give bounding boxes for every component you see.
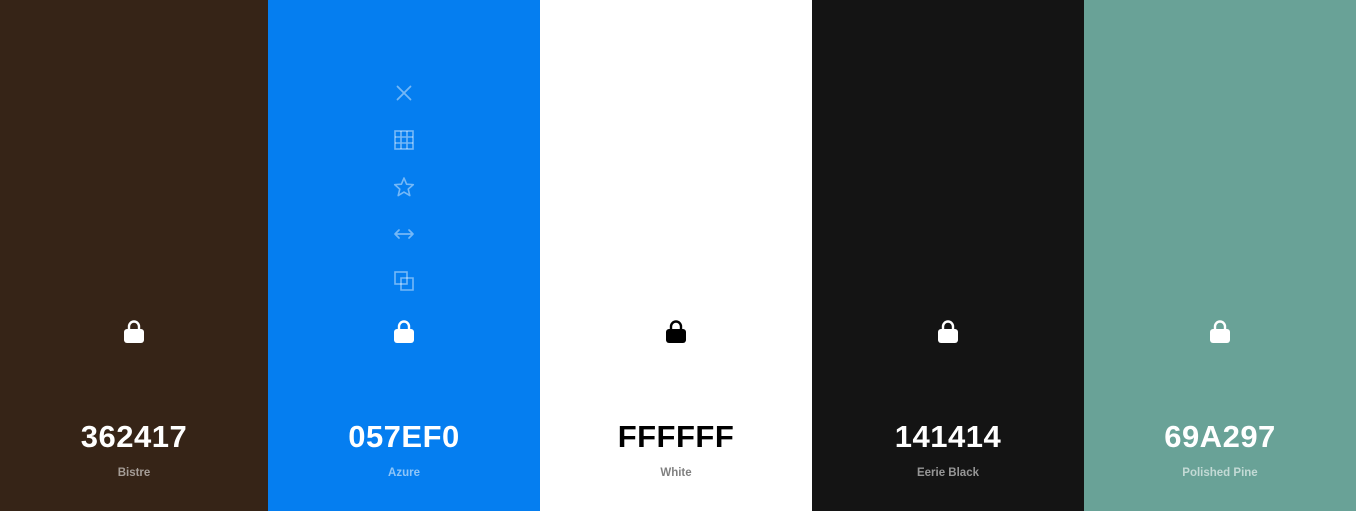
swatch-bistre[interactable]: 362417 Bistre — [0, 0, 268, 511]
swatch-azure[interactable]: 057EF0 Azure — [268, 0, 540, 511]
swatch-polished-pine[interactable]: 69A297 Polished Pine — [1084, 0, 1356, 511]
hex-code[interactable]: 362417 — [0, 418, 268, 456]
drag-arrows-icon[interactable] — [389, 219, 419, 249]
copy-icon[interactable] — [389, 266, 419, 296]
swatch-eerie-black[interactable]: 141414 Eerie Black — [812, 0, 1084, 511]
swatch-toolbar — [268, 78, 540, 313]
color-palette: 362417 Bistre 057EF0 Azure FFFFFF White … — [0, 0, 1356, 511]
lock-icon[interactable] — [936, 316, 960, 344]
swatch-white[interactable]: FFFFFF White — [540, 0, 812, 511]
color-name: White — [660, 467, 692, 479]
grid-icon[interactable] — [389, 125, 419, 155]
color-name: Polished Pine — [1182, 467, 1258, 479]
hex-code[interactable]: 141414 — [812, 418, 1084, 456]
hex-code[interactable]: 057EF0 — [268, 418, 540, 456]
color-name: Bistre — [117, 467, 151, 479]
color-name: Azure — [388, 467, 420, 479]
lock-icon[interactable] — [122, 316, 146, 344]
color-name: Eerie Black — [916, 467, 979, 479]
lock-icon[interactable] — [1208, 316, 1232, 344]
lock-icon[interactable] — [664, 316, 688, 344]
star-icon[interactable] — [389, 172, 419, 202]
lock-icon[interactable] — [392, 316, 416, 344]
close-icon[interactable] — [389, 78, 419, 108]
hex-code[interactable]: FFFFFF — [540, 418, 812, 456]
hex-code[interactable]: 69A297 — [1084, 418, 1356, 456]
